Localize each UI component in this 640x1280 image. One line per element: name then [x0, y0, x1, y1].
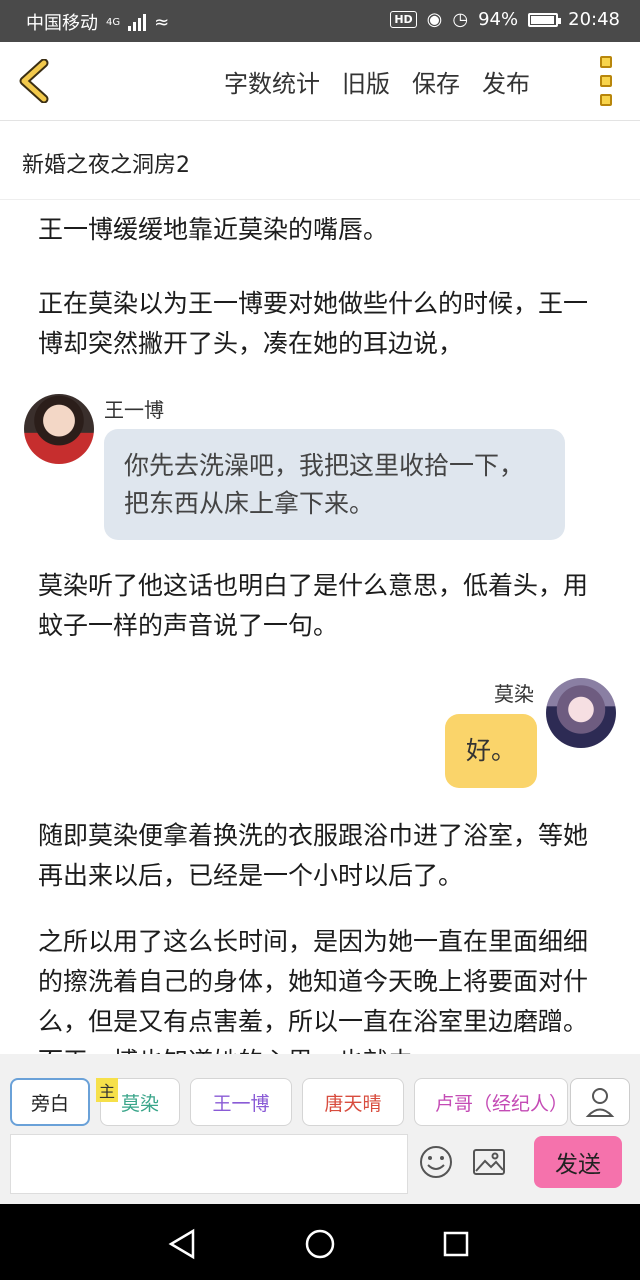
back-button[interactable] — [14, 58, 54, 104]
emoji-button[interactable] — [418, 1144, 454, 1180]
smiley-icon — [420, 1146, 452, 1178]
menu-dot-icon — [600, 94, 612, 106]
carrier-label: 中国移动 — [26, 13, 98, 34]
system-nav-bar — [0, 1204, 640, 1280]
nav-back-button[interactable] — [162, 1224, 202, 1264]
story-paragraph: 正在莫染以为王一博要对她做些什么的时候，王一博却突然撇开了头，凑在她的耳边说， — [38, 289, 589, 358]
more-menu-button[interactable] — [600, 56, 618, 106]
story-paragraph: 之所以用了这么长时间，是因为她一直在里面细细的擦洗着自己的身体，她知道今天晚上将… — [38, 927, 589, 1054]
menu-dot-icon — [600, 75, 612, 87]
main-role-badge: 主 — [96, 1078, 118, 1102]
compose-bar: 发送 — [0, 1130, 640, 1204]
signal-icon — [128, 13, 147, 31]
message-bubble-right[interactable]: 好。 — [445, 714, 537, 788]
role-chip-narrator[interactable]: 旁白 — [10, 1078, 90, 1126]
story-title: 新婚之夜之洞房2 — [22, 153, 190, 178]
wifi-icon: ≈ — [154, 11, 170, 33]
chevron-left-icon — [19, 59, 49, 103]
story-title-bar[interactable]: 新婚之夜之洞房2 — [0, 121, 640, 200]
circle-home-icon — [305, 1229, 335, 1259]
eye-icon: ◉ — [426, 9, 443, 30]
battery-icon — [528, 12, 562, 27]
message-input[interactable] — [10, 1134, 408, 1194]
avatar-moran[interactable] — [546, 678, 616, 748]
story-content[interactable]: 王一博缓缓地靠近莫染的嘴唇。 正在莫染以为王一博要对她做些什么的时候，王一博却突… — [0, 200, 640, 1054]
person-icon — [585, 1088, 615, 1117]
old-version-button[interactable]: 旧版 — [342, 64, 390, 99]
image-icon — [473, 1149, 505, 1175]
status-bar: 中国移动 4G ≈ HD ◉ ◷ 94% 20:48 — [0, 0, 640, 42]
battery-percent: 94% — [478, 9, 519, 30]
alarm-icon: ◷ — [452, 9, 469, 30]
nav-recents-button[interactable] — [436, 1224, 476, 1264]
square-recents-icon — [443, 1231, 469, 1257]
role-chip-wangyibo[interactable]: 王一博 — [190, 1078, 292, 1126]
story-paragraph: 王一博缓缓地靠近莫染的嘴唇。 — [38, 215, 389, 244]
speaker-name: 王一博 — [104, 398, 164, 422]
nav-home-button[interactable] — [300, 1224, 340, 1264]
top-toolbar: 字数统计 旧版 保存 发布 — [0, 42, 640, 121]
menu-dot-icon — [600, 56, 612, 68]
speaker-name: 莫染 — [494, 682, 534, 706]
hd-badge: HD — [390, 11, 417, 28]
clock: 20:48 — [568, 9, 620, 30]
triangle-back-icon — [168, 1228, 195, 1260]
story-paragraph: 随即莫染便拿着换洗的衣服跟浴巾进了浴室，等她再出来以后，已经是一个小时以后了。 — [38, 821, 589, 890]
send-button[interactable]: 发送 — [534, 1136, 622, 1188]
network-type: 4G — [106, 16, 121, 28]
role-chip-luge[interactable]: 卢哥（经纪人） — [414, 1078, 568, 1126]
image-button[interactable] — [471, 1144, 507, 1180]
publish-button[interactable]: 发布 — [482, 64, 530, 99]
avatar-wangyibo[interactable] — [24, 394, 94, 464]
save-button[interactable]: 保存 — [412, 64, 460, 99]
story-paragraph: 莫染听了他这话也明白了是什么意思，低着头，用蚊子一样的声音说了一句。 — [38, 571, 589, 640]
word-count-button[interactable]: 字数统计 — [224, 64, 320, 99]
message-bubble-left[interactable]: 你先去洗澡吧，我把这里收拾一下，把东西从床上拿下来。 — [104, 429, 565, 540]
role-manage-button[interactable] — [570, 1078, 630, 1126]
role-chip-tangtianqing[interactable]: 唐天晴 — [302, 1078, 404, 1126]
